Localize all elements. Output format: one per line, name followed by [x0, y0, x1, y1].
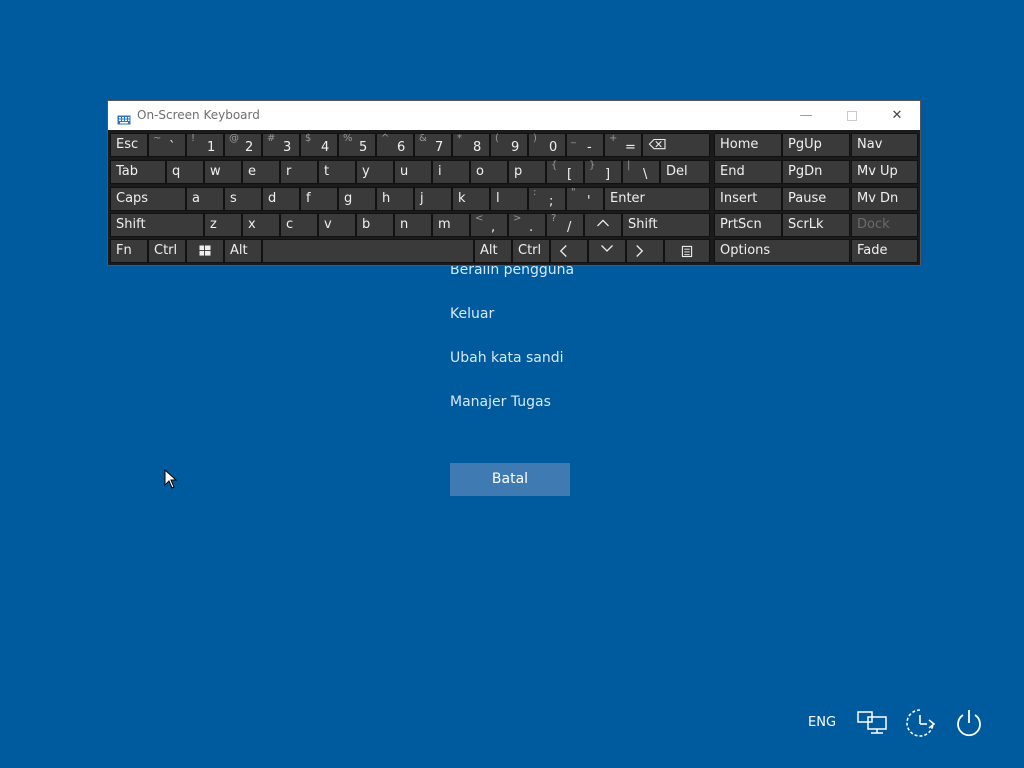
key-2[interactable]: @2 [224, 133, 262, 157]
key-t[interactable]: t [318, 160, 356, 184]
key-arrow-left[interactable] [550, 239, 588, 263]
key-esc[interactable]: Esc [110, 133, 148, 157]
key-end[interactable]: End [714, 160, 782, 184]
key-y[interactable]: y [356, 160, 394, 184]
key-space[interactable] [262, 239, 474, 263]
key-quote[interactable]: " ' [566, 187, 604, 211]
key-mv-dn[interactable]: Mv Dn [851, 187, 918, 211]
key-right-bracket[interactable]: }] [584, 160, 622, 184]
key-caps[interactable]: Caps [110, 187, 186, 211]
minimize-button[interactable]: — [783, 101, 829, 130]
key-0[interactable]: ) 0 [528, 133, 566, 157]
key-g[interactable]: g [338, 187, 376, 211]
key-i[interactable]: i [432, 160, 470, 184]
key-del[interactable]: Del [660, 160, 710, 184]
key-semicolon[interactable]: :; [528, 187, 566, 211]
key-menu[interactable] [664, 239, 710, 263]
key-arrow-up[interactable] [584, 213, 622, 237]
key-8[interactable]: * 8 [452, 133, 490, 157]
key-comma[interactable]: <, [470, 213, 508, 237]
key-h[interactable]: h [376, 187, 414, 211]
key-s[interactable]: s [224, 187, 262, 211]
power-icon[interactable] [953, 705, 985, 741]
key-minus[interactable]: _ - [566, 133, 604, 157]
key-backslash[interactable]: | \ [622, 160, 660, 184]
key-f[interactable]: f [300, 187, 338, 211]
language-indicator[interactable]: ENG [808, 705, 842, 741]
key-a[interactable]: a [186, 187, 224, 211]
key-b[interactable]: b [356, 213, 394, 237]
key-shift-right[interactable]: Shift [622, 213, 710, 237]
key-pause[interactable]: Pause [782, 187, 850, 211]
key-z[interactable]: z [204, 213, 242, 237]
key-home[interactable]: Home [714, 133, 782, 157]
key-scrlk[interactable]: ScrLk [782, 213, 850, 237]
close-button[interactable]: ✕ [874, 101, 920, 130]
key-dock[interactable]: Dock [851, 213, 918, 237]
key-k[interactable]: k [452, 187, 490, 211]
key-9[interactable]: (9 [490, 133, 528, 157]
key-fn[interactable]: Fn [110, 239, 148, 263]
language-label: ENG [808, 715, 837, 730]
mouse-cursor-icon [164, 468, 178, 493]
key-n[interactable]: n [394, 213, 432, 237]
key-tilde[interactable]: ~ ` [148, 133, 186, 157]
cancel-button[interactable]: Batal [450, 463, 570, 496]
key-arrow-right[interactable] [626, 239, 664, 263]
key-insert[interactable]: Insert [714, 187, 782, 211]
maximize-button[interactable] [829, 101, 875, 130]
key-tab[interactable]: Tab [110, 160, 166, 184]
key-pgdn[interactable]: PgDn [782, 160, 850, 184]
key-m[interactable]: m [432, 213, 470, 237]
key-ctrl-left[interactable]: Ctrl [148, 239, 186, 263]
key-x[interactable]: x [242, 213, 280, 237]
ease-of-access-icon[interactable] [903, 705, 937, 741]
key-6[interactable]: ^ 6 [376, 133, 414, 157]
network-icon[interactable] [856, 705, 888, 741]
title-bar[interactable]: On-Screen Keyboard — ✕ [108, 101, 920, 130]
key-arrow-down[interactable] [588, 239, 626, 263]
key-left-bracket[interactable]: {[ [546, 160, 584, 184]
key-w[interactable]: w [204, 160, 242, 184]
key-slash[interactable]: ? / [546, 213, 584, 237]
key-prtscn[interactable]: PrtScn [714, 213, 782, 237]
key-p[interactable]: p [508, 160, 546, 184]
key-period[interactable]: >. [508, 213, 546, 237]
option-change-password[interactable]: Ubah kata sandi [450, 350, 564, 366]
key-pgup[interactable]: PgUp [782, 133, 850, 157]
key-7[interactable]: & 7 [414, 133, 452, 157]
option-task-manager[interactable]: Manajer Tugas [450, 394, 551, 410]
key-mv-up[interactable]: Mv Up [851, 160, 918, 184]
key-l[interactable]: l [490, 187, 528, 211]
key-j[interactable]: j [414, 187, 452, 211]
key-ctrl-right[interactable]: Ctrl [512, 239, 550, 263]
key-5[interactable]: % 5 [338, 133, 376, 157]
key-fade[interactable]: Fade [851, 239, 918, 263]
key-o[interactable]: o [470, 160, 508, 184]
key-options[interactable]: Options [714, 239, 850, 263]
key-1[interactable]: ! 1 [186, 133, 224, 157]
key-windows[interactable] [186, 239, 224, 263]
on-screen-keyboard-window: On-Screen Keyboard — ✕ Esc ~ ` ! 1 @2 #3 $… [108, 101, 920, 265]
key-shift-left[interactable]: Shift [110, 213, 204, 237]
keyboard-icon [117, 110, 131, 129]
key-r[interactable]: r [280, 160, 318, 184]
key-backspace[interactable] [642, 133, 710, 157]
key-alt-left[interactable]: Alt [224, 239, 262, 263]
window-title: On-Screen Keyboard [137, 108, 260, 122]
key-nav[interactable]: Nav [851, 133, 918, 157]
key-q[interactable]: q [166, 160, 204, 184]
key-v[interactable]: v [318, 213, 356, 237]
key-enter[interactable]: Enter [604, 187, 710, 211]
key-3[interactable]: #3 [262, 133, 300, 157]
key-u[interactable]: u [394, 160, 432, 184]
key-alt-right[interactable]: Alt [474, 239, 512, 263]
option-sign-out[interactable]: Keluar [450, 306, 494, 322]
key-d[interactable]: d [262, 187, 300, 211]
key-equal[interactable]: + = [604, 133, 642, 157]
key-e[interactable]: e [242, 160, 280, 184]
key-c[interactable]: c [280, 213, 318, 237]
key-4[interactable]: $4 [300, 133, 338, 157]
